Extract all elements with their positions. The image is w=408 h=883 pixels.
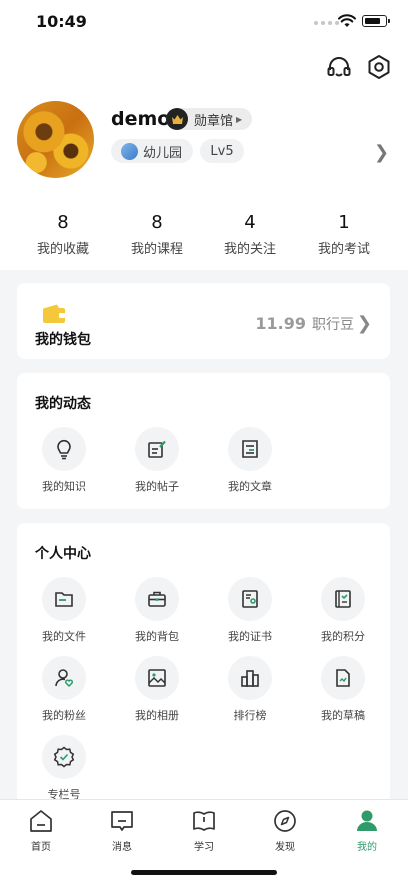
wallet-icon (43, 304, 65, 323)
headset-icon[interactable] (326, 54, 352, 80)
chevron-right-icon: ❯ (356, 313, 372, 334)
dynamics-card: 我的动态 我的知识 我的帖子 我的文章 (17, 373, 390, 509)
tab-messages[interactable]: 消息 (92, 808, 152, 853)
stat-count: 1 (338, 212, 350, 233)
stat-following[interactable]: 4 我的关注 (205, 212, 295, 257)
stat-label: 我的考试 (317, 242, 370, 257)
chevron-right-icon[interactable]: ❯ (374, 142, 389, 163)
grade-label: 幼儿园 (143, 145, 183, 161)
my-points-button[interactable]: 我的积分 (308, 577, 378, 644)
wallet-balance: 11.99 职行豆 (255, 314, 354, 334)
my-album-button[interactable]: 我的相册 (122, 656, 192, 723)
stat-count: 4 (244, 212, 256, 233)
column-account-button[interactable]: 专栏号 (29, 735, 99, 802)
tab-label: 首页 (31, 842, 51, 853)
wallet-card[interactable]: 我的钱包 11.99 职行豆 ❯ (17, 283, 390, 359)
section-title: 我的动态 (35, 396, 91, 412)
grid-label: 我的草稿 (321, 709, 365, 722)
tab-learning[interactable]: 学习 (174, 808, 234, 853)
my-posts-button[interactable]: 我的帖子 (122, 427, 192, 494)
my-articles-button[interactable]: 我的文章 (215, 427, 285, 494)
medal-hall-button[interactable]: 勋章馆 ▶ (166, 108, 252, 130)
grid-label: 我的粉丝 (42, 709, 86, 722)
draft-icon (321, 656, 365, 700)
grid-label: 我的积分 (321, 630, 365, 643)
home-icon (30, 810, 52, 832)
stat-label: 我的课程 (130, 242, 183, 257)
briefcase-icon (135, 577, 179, 621)
message-icon (111, 811, 133, 831)
stat-label: 我的关注 (223, 242, 276, 257)
ranking-button[interactable]: 排行榜 (215, 656, 285, 723)
stat-favorites[interactable]: 8 我的收藏 (18, 212, 108, 257)
my-knowledge-button[interactable]: 我的知识 (29, 427, 99, 494)
grid-label: 我的相册 (135, 709, 179, 722)
status-bar: 10:49 (0, 0, 408, 44)
stat-label: 我的收藏 (36, 242, 89, 257)
tab-label: 学习 (194, 842, 214, 853)
home-indicator[interactable] (131, 870, 277, 875)
my-fans-button[interactable]: 我的粉丝 (29, 656, 99, 723)
battery-icon (362, 15, 390, 27)
article-icon (228, 427, 272, 471)
my-drafts-button[interactable]: 我的草稿 (308, 656, 378, 723)
medal-icon (166, 108, 188, 130)
level-badge[interactable]: Lv5 (200, 139, 244, 163)
my-backpack-button[interactable]: 我的背包 (122, 577, 192, 644)
column-badge-icon (42, 735, 86, 779)
personal-center-card: 个人中心 我的文件 我的背包 我的证书 我的积分 我的粉丝 我的相册 排行榜 我… (17, 523, 390, 813)
stat-count: 8 (151, 212, 163, 233)
triangle-right-icon: ▶ (236, 114, 243, 124)
grid-label: 我的文件 (42, 630, 86, 643)
status-time: 10:49 (36, 12, 87, 31)
points-icon (321, 577, 365, 621)
stat-count: 8 (57, 212, 69, 233)
signal-icon (314, 21, 339, 25)
person-icon (357, 810, 377, 831)
certificate-icon (228, 577, 272, 621)
tab-label: 发现 (275, 842, 295, 853)
my-files-button[interactable]: 我的文件 (29, 577, 99, 644)
grid-label: 我的知识 (42, 480, 86, 493)
grade-icon (121, 142, 138, 160)
medal-hall-label: 勋章馆 (194, 113, 234, 129)
grid-label: 我的证书 (228, 630, 272, 643)
wallet-amount: 11.99 (255, 314, 306, 333)
tab-mine[interactable]: 我的 (337, 808, 397, 853)
stat-exams[interactable]: 1 我的考试 (299, 212, 389, 257)
username: demo (111, 108, 171, 130)
compass-icon (274, 810, 296, 832)
tab-label: 我的 (357, 842, 377, 853)
my-certificates-button[interactable]: 我的证书 (215, 577, 285, 644)
stat-courses[interactable]: 8 我的课程 (112, 212, 202, 257)
wallet-title: 我的钱包 (35, 332, 91, 348)
tab-label: 消息 (112, 842, 132, 853)
book-icon (193, 811, 215, 831)
edit-post-icon (135, 427, 179, 471)
wallet-unit: 职行豆 (312, 317, 354, 333)
folder-icon (42, 577, 86, 621)
grade-badge[interactable]: 幼儿园 (111, 139, 193, 163)
fans-icon (42, 656, 86, 700)
tab-home[interactable]: 首页 (11, 808, 71, 853)
lightbulb-icon (42, 427, 86, 471)
section-title: 个人中心 (35, 546, 91, 562)
grid-label: 排行榜 (233, 709, 267, 722)
level-label: Lv5 (210, 143, 234, 159)
settings-icon[interactable] (366, 54, 392, 80)
tab-discover[interactable]: 发现 (255, 808, 315, 853)
grid-label: 我的背包 (135, 630, 179, 643)
wifi-icon (338, 14, 356, 27)
grid-label: 我的文章 (228, 480, 272, 493)
ranking-icon (228, 656, 272, 700)
avatar[interactable] (17, 101, 94, 178)
grid-label: 我的帖子 (135, 480, 179, 493)
photo-album-icon (135, 656, 179, 700)
